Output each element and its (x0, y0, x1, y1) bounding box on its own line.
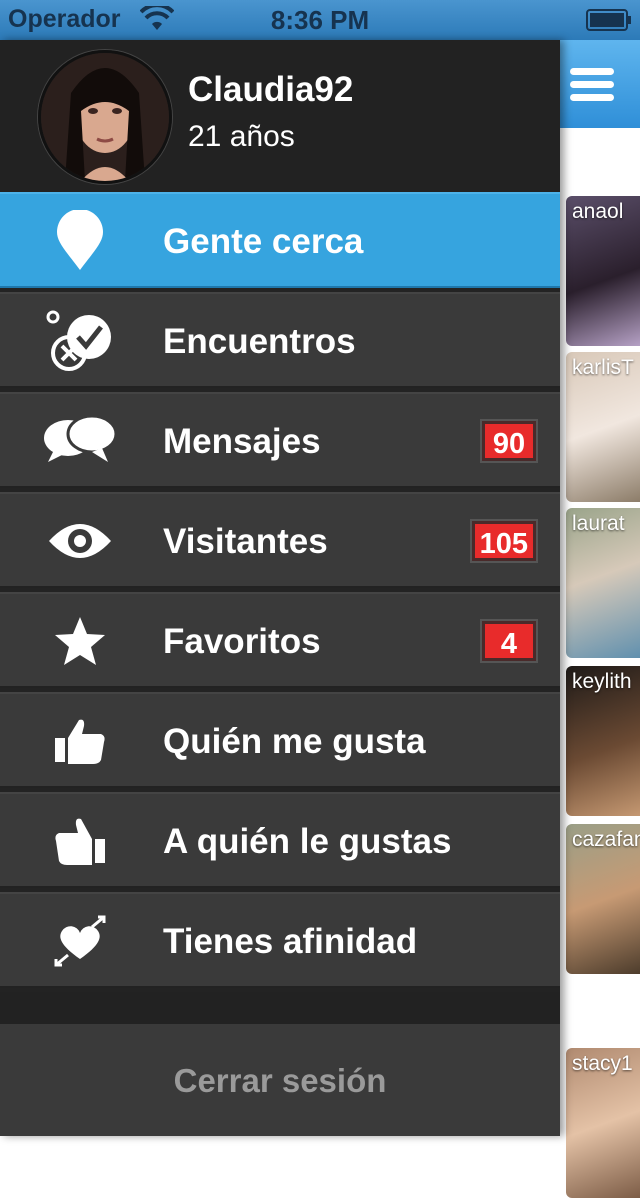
people-grid-panel: anaol karlisT laurat keylith cazafan sta… (560, 40, 640, 1198)
thumbs-up-right-icon (40, 808, 120, 874)
menu-item-tienes-afinidad[interactable]: Tienes afinidad (0, 892, 560, 988)
chat-bubbles-icon (40, 408, 120, 474)
menu-item-favoritos[interactable]: Favoritos 4 (0, 592, 560, 688)
user-age: 21 años (188, 120, 295, 153)
location-pin-icon (40, 208, 120, 274)
menu-item-a-quien-le-gustas[interactable]: A quién le gustas (0, 792, 560, 888)
star-icon (40, 608, 120, 674)
favorites-count-badge: 4 (482, 621, 536, 661)
menu-item-label: Visitantes (163, 522, 328, 561)
thumbs-up-left-icon (40, 708, 120, 774)
person-name: laurat (572, 512, 625, 535)
battery-icon (586, 9, 632, 36)
person-name: karlisT (572, 356, 634, 379)
heart-affinity-icon (40, 908, 120, 974)
person-name: stacy1 (572, 1052, 633, 1075)
username: Claudia92 (188, 70, 354, 109)
clock: 8:36 PM (270, 5, 370, 35)
person-card[interactable]: karlisT (566, 352, 640, 502)
person-card[interactable]: keylith (566, 666, 640, 816)
match-check-icon (40, 308, 120, 374)
person-card[interactable]: laurat (566, 508, 640, 658)
menu-divider (0, 992, 560, 1024)
menu-item-label: Mensajes (163, 422, 321, 461)
logout-button[interactable]: Cerrar sesión (0, 1024, 560, 1136)
person-card[interactable]: stacy1 (566, 1048, 640, 1198)
person-card[interactable]: anaol (566, 196, 640, 346)
person-name: anaol (572, 200, 624, 223)
visitors-count-badge: 105 (471, 521, 536, 561)
menu-item-visitantes[interactable]: Visitantes 105 (0, 492, 560, 588)
status-bar: Operador 8:36 PM (0, 0, 640, 40)
menu-item-quien-me-gusta[interactable]: Quién me gusta (0, 692, 560, 788)
messages-count-badge: 90 (482, 421, 536, 461)
menu-item-label: Favoritos (163, 622, 321, 661)
avatar[interactable] (38, 50, 172, 184)
person-name: keylith (572, 670, 632, 693)
menu-item-label: Encuentros (163, 322, 356, 361)
menu-item-encuentros[interactable]: Encuentros (0, 292, 560, 388)
menu-item-label: Gente cerca (163, 222, 364, 261)
menu-item-label: A quién le gustas (163, 822, 452, 861)
menu-item-mensajes[interactable]: Mensajes 90 (0, 392, 560, 488)
content-top-bar (560, 40, 640, 128)
eye-icon (40, 508, 120, 574)
menu-item-label: Tienes afinidad (163, 922, 418, 961)
menu-toggle-icon[interactable] (570, 68, 614, 102)
person-card[interactable]: cazafan (566, 824, 640, 974)
person-name: cazafan (572, 828, 640, 851)
side-menu: Claudia92 21 años Gente cerca Encuentros (0, 40, 560, 1136)
logout-label: Cerrar sesión (173, 1062, 387, 1099)
profile-header[interactable]: Claudia92 21 años (0, 40, 560, 192)
menu-item-label: Quién me gusta (163, 722, 426, 761)
menu-item-gente-cerca[interactable]: Gente cerca (0, 192, 560, 288)
